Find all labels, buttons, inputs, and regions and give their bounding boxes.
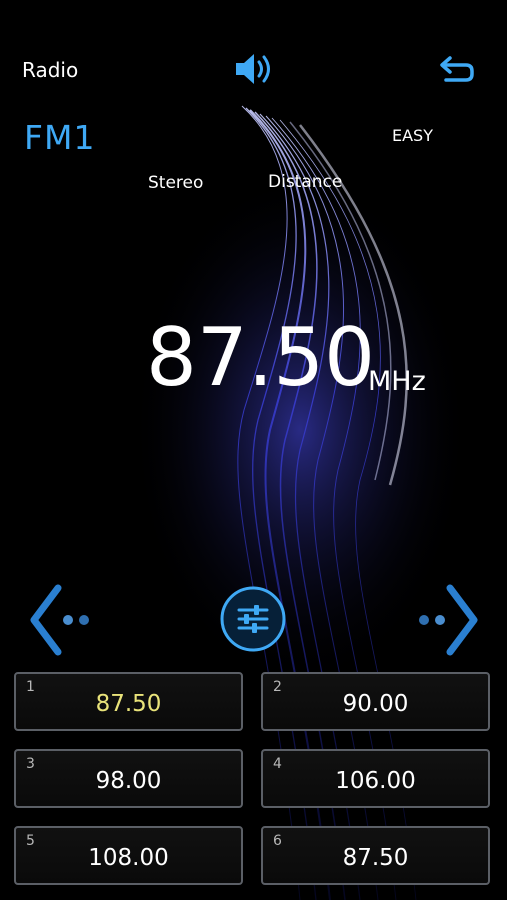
preset-button-6[interactable]: 6 87.50: [261, 826, 490, 885]
easy-mode-button[interactable]: EASY: [392, 126, 433, 145]
preset-frequency: 106.00: [335, 768, 416, 794]
preset-frequency: 90.00: [342, 691, 409, 717]
distance-toggle[interactable]: Distance: [268, 172, 342, 192]
preset-frequency: 87.50: [342, 845, 409, 871]
preset-button-1[interactable]: 1 87.50: [14, 672, 243, 731]
equalizer-sliders-icon[interactable]: [218, 584, 288, 654]
preset-button-3[interactable]: 3 98.00: [14, 749, 243, 808]
speaker-icon[interactable]: [232, 50, 276, 88]
preset-button-2[interactable]: 2 90.00: [261, 672, 490, 731]
chevron-right-icon[interactable]: [410, 584, 480, 656]
frequency-unit: MHz: [368, 366, 426, 397]
preset-button-5[interactable]: 5 108.00: [14, 826, 243, 885]
stereo-toggle[interactable]: Stereo: [148, 173, 203, 193]
preset-button-4[interactable]: 4 106.00: [261, 749, 490, 808]
chevron-left-icon[interactable]: [28, 584, 98, 656]
band-label[interactable]: FM1: [24, 118, 95, 157]
frequency-display: 87.50: [146, 311, 376, 404]
app-title: Radio: [22, 58, 79, 82]
back-arrow-icon[interactable]: [436, 52, 476, 86]
preset-frequency: 108.00: [88, 845, 169, 871]
top-bar: Radio: [0, 0, 507, 90]
preset-frequency: 98.00: [95, 768, 162, 794]
preset-frequency: 87.50: [95, 691, 162, 717]
